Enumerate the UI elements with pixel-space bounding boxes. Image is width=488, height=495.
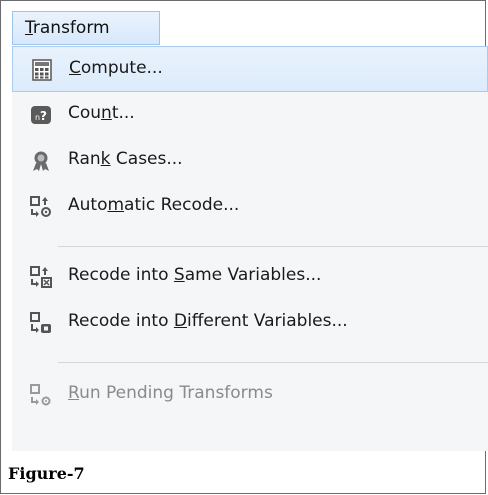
svg-text:?: ? — [40, 109, 47, 123]
recode-different-icon — [30, 312, 51, 333]
menu-item-label: Count... — [68, 103, 135, 123]
menu-item-run-pending-transforms: Run Pending Transforms — [12, 372, 488, 418]
menu-separator — [58, 246, 488, 247]
automatic-recode-icon — [30, 196, 51, 217]
calculator-icon — [32, 59, 52, 81]
count-icon: n ? — [31, 106, 51, 124]
transform-dropdown-menu: Compute... n ? Count... Rank Cases... Au… — [12, 46, 488, 451]
rank-cases-icon — [33, 151, 49, 171]
menu-item-automatic-recode[interactable]: Automatic Recode... — [12, 184, 488, 230]
transform-menu-button[interactable]: Transform — [12, 11, 160, 45]
menu-item-recode-same[interactable]: Recode into Same Variables... — [12, 254, 488, 300]
figure-caption: Figure-7 — [8, 464, 85, 483]
menu-separator — [58, 362, 488, 363]
menu-item-rank-cases[interactable]: Rank Cases... — [12, 138, 488, 184]
menu-item-recode-different[interactable]: Recode into Different Variables... — [12, 300, 488, 346]
menu-item-label: Automatic Recode... — [68, 195, 240, 215]
run-pending-icon — [30, 384, 51, 406]
recode-same-icon — [30, 266, 52, 288]
menu-item-compute[interactable]: Compute... — [12, 46, 488, 92]
menu-item-label: Compute... — [69, 58, 163, 78]
menu-title-mnemonic: T — [25, 18, 33, 38]
menu-item-label: Run Pending Transforms — [68, 383, 273, 403]
menu-item-count[interactable]: n ? Count... — [12, 92, 488, 138]
menu-item-label: Recode into Different Variables... — [68, 311, 348, 331]
menu-item-label: Recode into Same Variables... — [68, 265, 322, 285]
menu-item-label: Rank Cases... — [68, 149, 183, 169]
menu-title-suffix: ransform — [32, 18, 110, 38]
